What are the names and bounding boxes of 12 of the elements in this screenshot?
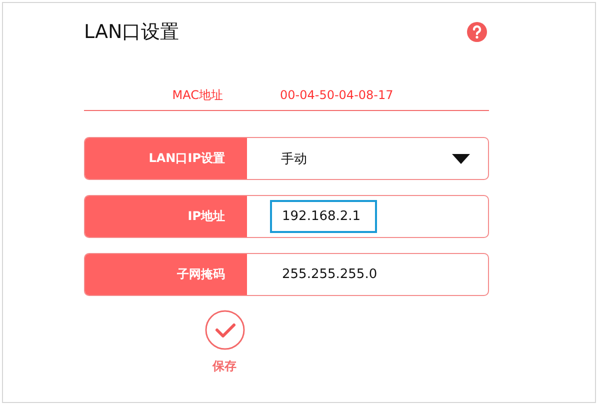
caret-icon xyxy=(452,154,470,164)
check-icon xyxy=(204,310,244,350)
page-title: LAN口设置 xyxy=(84,20,180,45)
dropdown[interactable]: 手动 xyxy=(247,138,488,179)
input-field[interactable]: 255.255.255.0 xyxy=(282,258,378,291)
mac-value: 00-04-50-04-08-17 xyxy=(280,88,394,102)
input-field[interactable]: 192.168.2.1 xyxy=(270,200,377,233)
field-label: IP地址 xyxy=(85,196,247,237)
help-icon[interactable] xyxy=(467,22,487,42)
mac-label: MAC地址 xyxy=(171,86,223,104)
field-label: 子网掩码 xyxy=(85,254,247,295)
field-label: LAN口IP设置 xyxy=(85,138,247,179)
